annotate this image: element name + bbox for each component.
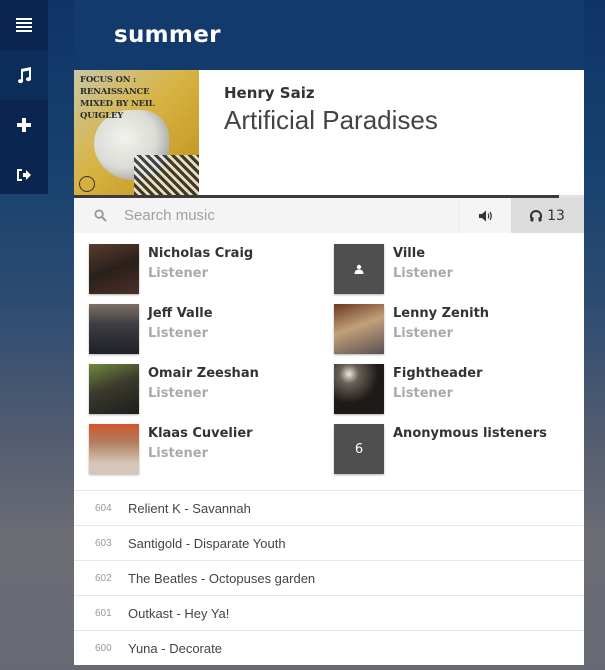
track-number: 601 — [95, 607, 112, 619]
track-title: Artificial Paradises — [224, 105, 438, 135]
track-history: 604 Relient K - Savannah 603 Santigold -… — [74, 490, 584, 665]
album-art-text: FOCUS ON : RENAISSANCE MIXED BY NEIL QUI… — [80, 74, 199, 122]
main-panel: summer FOCUS ON : RENAISSANCE MIXED BY N… — [74, 0, 584, 670]
track-number: 604 — [95, 502, 112, 514]
listener-name: Anonymous listeners — [393, 426, 547, 441]
listeners-grid: Nicholas Craig Listener Ville Listener Jef… — [74, 233, 584, 490]
label-logo-icon — [79, 176, 95, 192]
history-row[interactable]: 603 Santigold - Disparate Youth — [74, 525, 584, 560]
plus-icon — [17, 118, 31, 132]
album-art-collage — [134, 155, 199, 195]
track-number: 602 — [95, 572, 112, 584]
sidebar — [0, 0, 48, 194]
avatar — [89, 364, 139, 414]
album-art-text-line2: MIXED BY NEIL QUIGLEY — [80, 99, 155, 121]
history-row[interactable]: 601 Outkast - Hey Ya! — [74, 595, 584, 630]
listener-name: Nicholas Craig — [148, 246, 254, 261]
history-row[interactable]: 604 Relient K - Savannah — [74, 490, 584, 525]
progress-bar[interactable] — [74, 195, 584, 198]
progress-fill — [74, 195, 559, 198]
search-icon — [94, 209, 107, 222]
listener-name: Klaas Cuvelier — [148, 426, 253, 441]
listener-name: Fightheader — [393, 366, 483, 381]
list-icon — [16, 18, 32, 32]
playlist-title: summer — [114, 22, 221, 48]
search-input[interactable] — [124, 207, 424, 224]
listener-item[interactable]: Omair Zeeshan Listener — [89, 364, 334, 424]
avatar — [89, 424, 139, 474]
history-row[interactable]: 600 Yuna - Decorate — [74, 630, 584, 665]
album-art-text-line1: FOCUS ON : RENAISSANCE — [80, 75, 150, 97]
history-row[interactable]: 602 The Beatles - Octopuses garden — [74, 560, 584, 595]
search-bar: 13 — [74, 198, 584, 233]
avatar — [334, 244, 384, 294]
volume-icon — [478, 210, 492, 221]
avatar — [334, 304, 384, 354]
music-note-icon — [18, 67, 32, 84]
track-number: 603 — [95, 537, 112, 549]
listener-name: Lenny Zenith — [393, 306, 490, 321]
now-playing: FOCUS ON : RENAISSANCE MIXED BY NEIL QUI… — [74, 70, 584, 195]
listener-item[interactable]: Nicholas Craig Listener — [89, 244, 334, 304]
listener-item[interactable]: Jeff Valle Listener — [89, 304, 334, 364]
user-icon — [354, 264, 364, 274]
listener-role: Listener — [148, 446, 208, 461]
listener-role: Listener — [393, 266, 453, 281]
listener-item[interactable]: Lenny Zenith Listener — [334, 304, 579, 364]
track-name: The Beatles - Octopuses garden — [128, 570, 316, 586]
sidebar-item-add[interactable] — [0, 100, 48, 150]
track-number: 600 — [95, 642, 112, 654]
listener-item[interactable]: Klaas Cuvelier Listener — [89, 424, 334, 484]
listener-name: Jeff Valle — [148, 306, 213, 321]
volume-button[interactable] — [459, 198, 511, 233]
listener-item[interactable]: Fightheader Listener — [334, 364, 579, 424]
sidebar-item-playlists[interactable] — [0, 0, 48, 50]
anonymous-count-badge: 6 — [334, 424, 384, 474]
headphones-icon — [530, 209, 543, 221]
playlist-header: summer — [74, 0, 584, 70]
listener-role: Listener — [393, 386, 453, 401]
track-info: Henry Saiz Artificial Paradises — [199, 70, 438, 195]
sign-out-icon — [17, 169, 31, 181]
track-name: Santigold - Disparate Youth — [128, 535, 286, 551]
track-name: Outkast - Hey Ya! — [128, 605, 230, 621]
anonymous-listeners-item[interactable]: 6 Anonymous listeners — [334, 424, 579, 484]
listener-item[interactable]: Ville Listener — [334, 244, 579, 304]
search-field — [74, 198, 459, 233]
track-name: Yuna - Decorate — [128, 640, 222, 656]
listener-name: Ville — [393, 246, 426, 261]
artist-name: Henry Saiz — [224, 84, 315, 102]
avatar — [89, 304, 139, 354]
sidebar-item-music[interactable] — [0, 50, 48, 100]
album-art: FOCUS ON : RENAISSANCE MIXED BY NEIL QUI… — [74, 70, 199, 195]
avatar — [89, 244, 139, 294]
track-name: Relient K - Savannah — [128, 500, 251, 516]
avatar — [334, 364, 384, 414]
listener-role: Listener — [148, 266, 208, 281]
listener-role: Listener — [393, 326, 453, 341]
listener-count: 13 — [547, 207, 565, 224]
listener-name: Omair Zeeshan — [148, 366, 259, 381]
sidebar-item-logout[interactable] — [0, 150, 48, 200]
listener-role: Listener — [148, 326, 208, 341]
listeners-button[interactable]: 13 — [511, 198, 584, 233]
listener-role: Listener — [148, 386, 208, 401]
